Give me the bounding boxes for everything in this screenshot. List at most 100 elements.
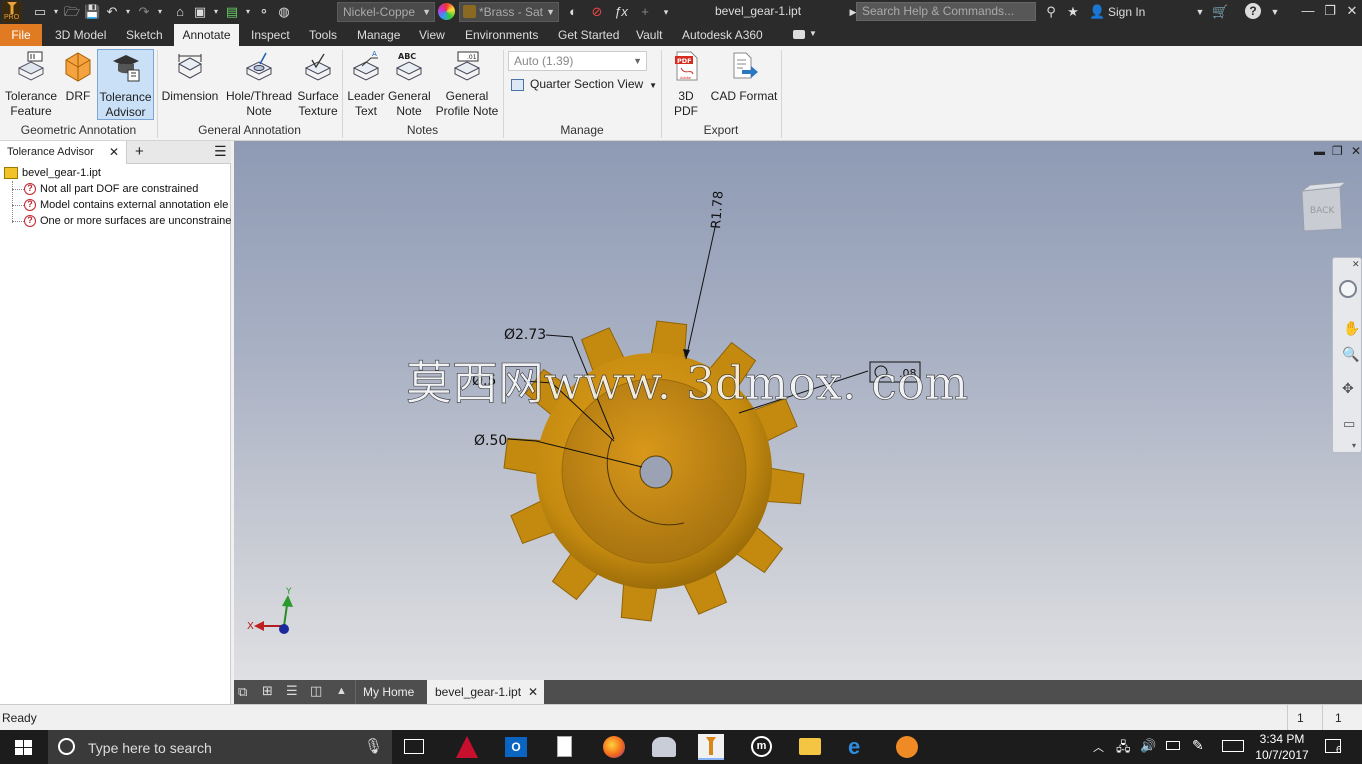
close-icon[interactable]: ✕ bbox=[1351, 144, 1361, 158]
chevron-down-icon[interactable]: ▾ bbox=[156, 4, 164, 20]
tab-get-started[interactable]: Get Started bbox=[558, 28, 619, 42]
cart-icon[interactable]: 🛒 bbox=[1212, 4, 1228, 20]
battery-icon[interactable] bbox=[1166, 741, 1180, 750]
undo-icon[interactable]: ↶ bbox=[104, 4, 120, 20]
menu-icon[interactable]: ☰ bbox=[214, 143, 227, 160]
cascade-icon[interactable]: ⧉ bbox=[238, 684, 247, 700]
close-icon[interactable]: ✕ bbox=[1352, 259, 1360, 270]
chevron-down-icon[interactable]: ▾ bbox=[124, 4, 132, 20]
maker-icon[interactable]: m bbox=[751, 736, 772, 757]
firefox-icon[interactable] bbox=[603, 736, 625, 758]
help-icon[interactable]: ? bbox=[1245, 3, 1261, 19]
tab-vault[interactable]: Vault bbox=[636, 28, 662, 42]
new-icon[interactable]: ▭ bbox=[32, 4, 48, 20]
keyboard-icon[interactable] bbox=[1222, 740, 1244, 752]
diameter-dimension-outer[interactable]: Ø2.73 bbox=[504, 327, 546, 343]
restore-icon[interactable]: ❐ bbox=[1332, 144, 1343, 158]
export-3d-pdf-button[interactable]: PDF Adobe 3D PDF bbox=[665, 50, 707, 119]
app-icon[interactable] bbox=[896, 736, 918, 758]
tolerance-advisor-button[interactable]: Tolerance Advisor bbox=[97, 49, 154, 120]
restore-icon[interactable]: ❐ bbox=[1322, 3, 1338, 19]
look-at-icon[interactable]: ▭ bbox=[1343, 416, 1355, 432]
tolerance-feature-button[interactable]: Tolerance Feature bbox=[4, 50, 58, 119]
arrange-icon[interactable]: ▲ bbox=[336, 685, 347, 697]
tab-view[interactable]: View bbox=[419, 28, 445, 42]
chevron-down-icon[interactable]: ▼ bbox=[1267, 4, 1283, 20]
select-icon[interactable]: ⚬ bbox=[256, 4, 272, 20]
tab-environments[interactable]: Environments bbox=[465, 28, 538, 42]
material-combo[interactable]: Nickel-Coppe ▼ bbox=[337, 2, 435, 22]
autocad-icon[interactable] bbox=[456, 736, 478, 758]
tab-file[interactable]: File bbox=[0, 24, 42, 46]
tab-active-document[interactable]: bevel_gear-1.ipt ✕ bbox=[427, 680, 544, 704]
clear-icon[interactable]: ⊘ bbox=[589, 4, 605, 20]
tab-autodesk-a360[interactable]: Autodesk A360 bbox=[682, 28, 763, 42]
add-tab-icon[interactable]: + bbox=[135, 143, 144, 160]
home-icon[interactable]: ⌂ bbox=[172, 4, 188, 20]
close-icon[interactable]: ✕ bbox=[109, 141, 119, 163]
adjust-icon[interactable]: ◐ bbox=[565, 4, 581, 20]
panel-toggle-icon[interactable] bbox=[793, 30, 805, 39]
microphone-icon[interactable]: 🎙 bbox=[364, 737, 383, 755]
chevron-up-icon[interactable]: ︿ bbox=[1093, 739, 1104, 755]
customize-icon[interactable]: ▾ bbox=[658, 4, 674, 20]
tree-item[interactable]: ? One or more surfaces are unconstraine bbox=[12, 215, 231, 228]
open-icon[interactable]: 🗁 bbox=[64, 4, 80, 20]
tab-annotate[interactable]: Annotate bbox=[174, 24, 239, 46]
zoom-icon[interactable]: 🔍 bbox=[1342, 346, 1359, 363]
sign-in-link[interactable]: Sign In bbox=[1108, 5, 1145, 19]
export-cad-format-button[interactable]: CAD Format bbox=[710, 50, 778, 104]
surface-texture-button[interactable]: Surface Texture bbox=[296, 50, 340, 119]
viewcube[interactable]: BACK bbox=[1300, 181, 1348, 232]
tab-tolerance-advisor[interactable]: Tolerance Advisor ✕ bbox=[0, 141, 127, 164]
windows-start-icon[interactable] bbox=[15, 740, 32, 755]
star-icon[interactable]: ★ bbox=[1065, 4, 1081, 20]
annotation-scale-combo[interactable]: Auto (1.39) ▼ bbox=[508, 51, 647, 71]
color-wheel-icon[interactable] bbox=[438, 3, 455, 20]
tab-tools[interactable]: Tools bbox=[309, 28, 337, 42]
fusion-icon[interactable] bbox=[652, 737, 676, 757]
edge-icon[interactable]: e bbox=[848, 735, 860, 759]
clock-time[interactable]: 3:34 PM bbox=[1258, 732, 1306, 746]
close-icon[interactable]: ✕ bbox=[528, 680, 538, 704]
orbit-icon[interactable]: ✥ bbox=[1342, 380, 1354, 397]
chevron-down-icon[interactable]: ▾ bbox=[244, 4, 252, 20]
steering-wheel-icon[interactable] bbox=[1339, 280, 1357, 298]
pen-icon[interactable]: ✎ bbox=[1192, 737, 1204, 754]
tab-3d-model[interactable]: 3D Model bbox=[55, 28, 106, 42]
tile-horizontal-icon[interactable]: ☰ bbox=[286, 683, 298, 699]
help-search-input[interactable]: Search Help & Commands... bbox=[856, 2, 1036, 21]
plus-icon[interactable]: + bbox=[637, 4, 653, 20]
tab-my-home[interactable]: My Home bbox=[355, 680, 427, 704]
file-explorer-icon[interactable] bbox=[799, 738, 821, 755]
inventor-taskbar-icon[interactable] bbox=[698, 734, 724, 760]
customize-icon[interactable]: ▾ bbox=[1352, 441, 1356, 450]
save-icon[interactable]: 💾 bbox=[84, 4, 100, 20]
tile-vertical-icon[interactable]: ◫ bbox=[310, 683, 322, 699]
hole-thread-note-button[interactable]: Hole/Thread Note bbox=[223, 50, 295, 119]
sphere-icon[interactable]: ◍ bbox=[276, 4, 292, 20]
tile-icon[interactable]: ⊞ bbox=[262, 683, 273, 699]
binoculars-icon[interactable]: ⚲ bbox=[1043, 4, 1059, 20]
general-profile-note-button[interactable]: .01 General Profile Note bbox=[433, 50, 501, 119]
drf-button[interactable]: DRF bbox=[62, 50, 94, 104]
tree-item[interactable]: ? Not all part DOF are constrained bbox=[12, 183, 198, 196]
model-canvas[interactable]: R1.78 Ø2.73 Ø.5 Ø.50 .08 莫西网www. 3dmox. … bbox=[234, 141, 1362, 680]
appearance-combo[interactable]: *Brass - Sat ▼ bbox=[459, 2, 559, 22]
section-view-dropdown[interactable]: Quarter Section View ▼ bbox=[511, 77, 657, 91]
user-icon[interactable]: 👤 bbox=[1089, 4, 1105, 20]
fx-icon[interactable]: ƒx bbox=[613, 4, 629, 20]
update-icon[interactable]: ▤ bbox=[224, 4, 240, 20]
outlook-icon[interactable]: O bbox=[505, 737, 527, 757]
tree-root[interactable]: bevel_gear-1.ipt bbox=[4, 167, 101, 180]
radius-dimension[interactable]: R1.78 bbox=[709, 190, 727, 229]
leader-text-button[interactable]: A Leader Text bbox=[346, 50, 386, 119]
chevron-down-icon[interactable]: ▼ bbox=[809, 29, 817, 38]
tree-item[interactable]: ? Model contains external annotation ele bbox=[12, 199, 228, 212]
clock-date[interactable]: 10/7/2017 bbox=[1254, 748, 1310, 762]
general-note-button[interactable]: ABC General Note bbox=[388, 50, 431, 119]
image-icon[interactable]: ▣ bbox=[192, 4, 208, 20]
graphics-viewport[interactable]: R1.78 Ø2.73 Ø.5 Ø.50 .08 莫西网www. 3dmox. … bbox=[234, 141, 1362, 680]
task-view-icon[interactable] bbox=[404, 739, 424, 754]
volume-icon[interactable]: 🔊 bbox=[1140, 738, 1156, 754]
